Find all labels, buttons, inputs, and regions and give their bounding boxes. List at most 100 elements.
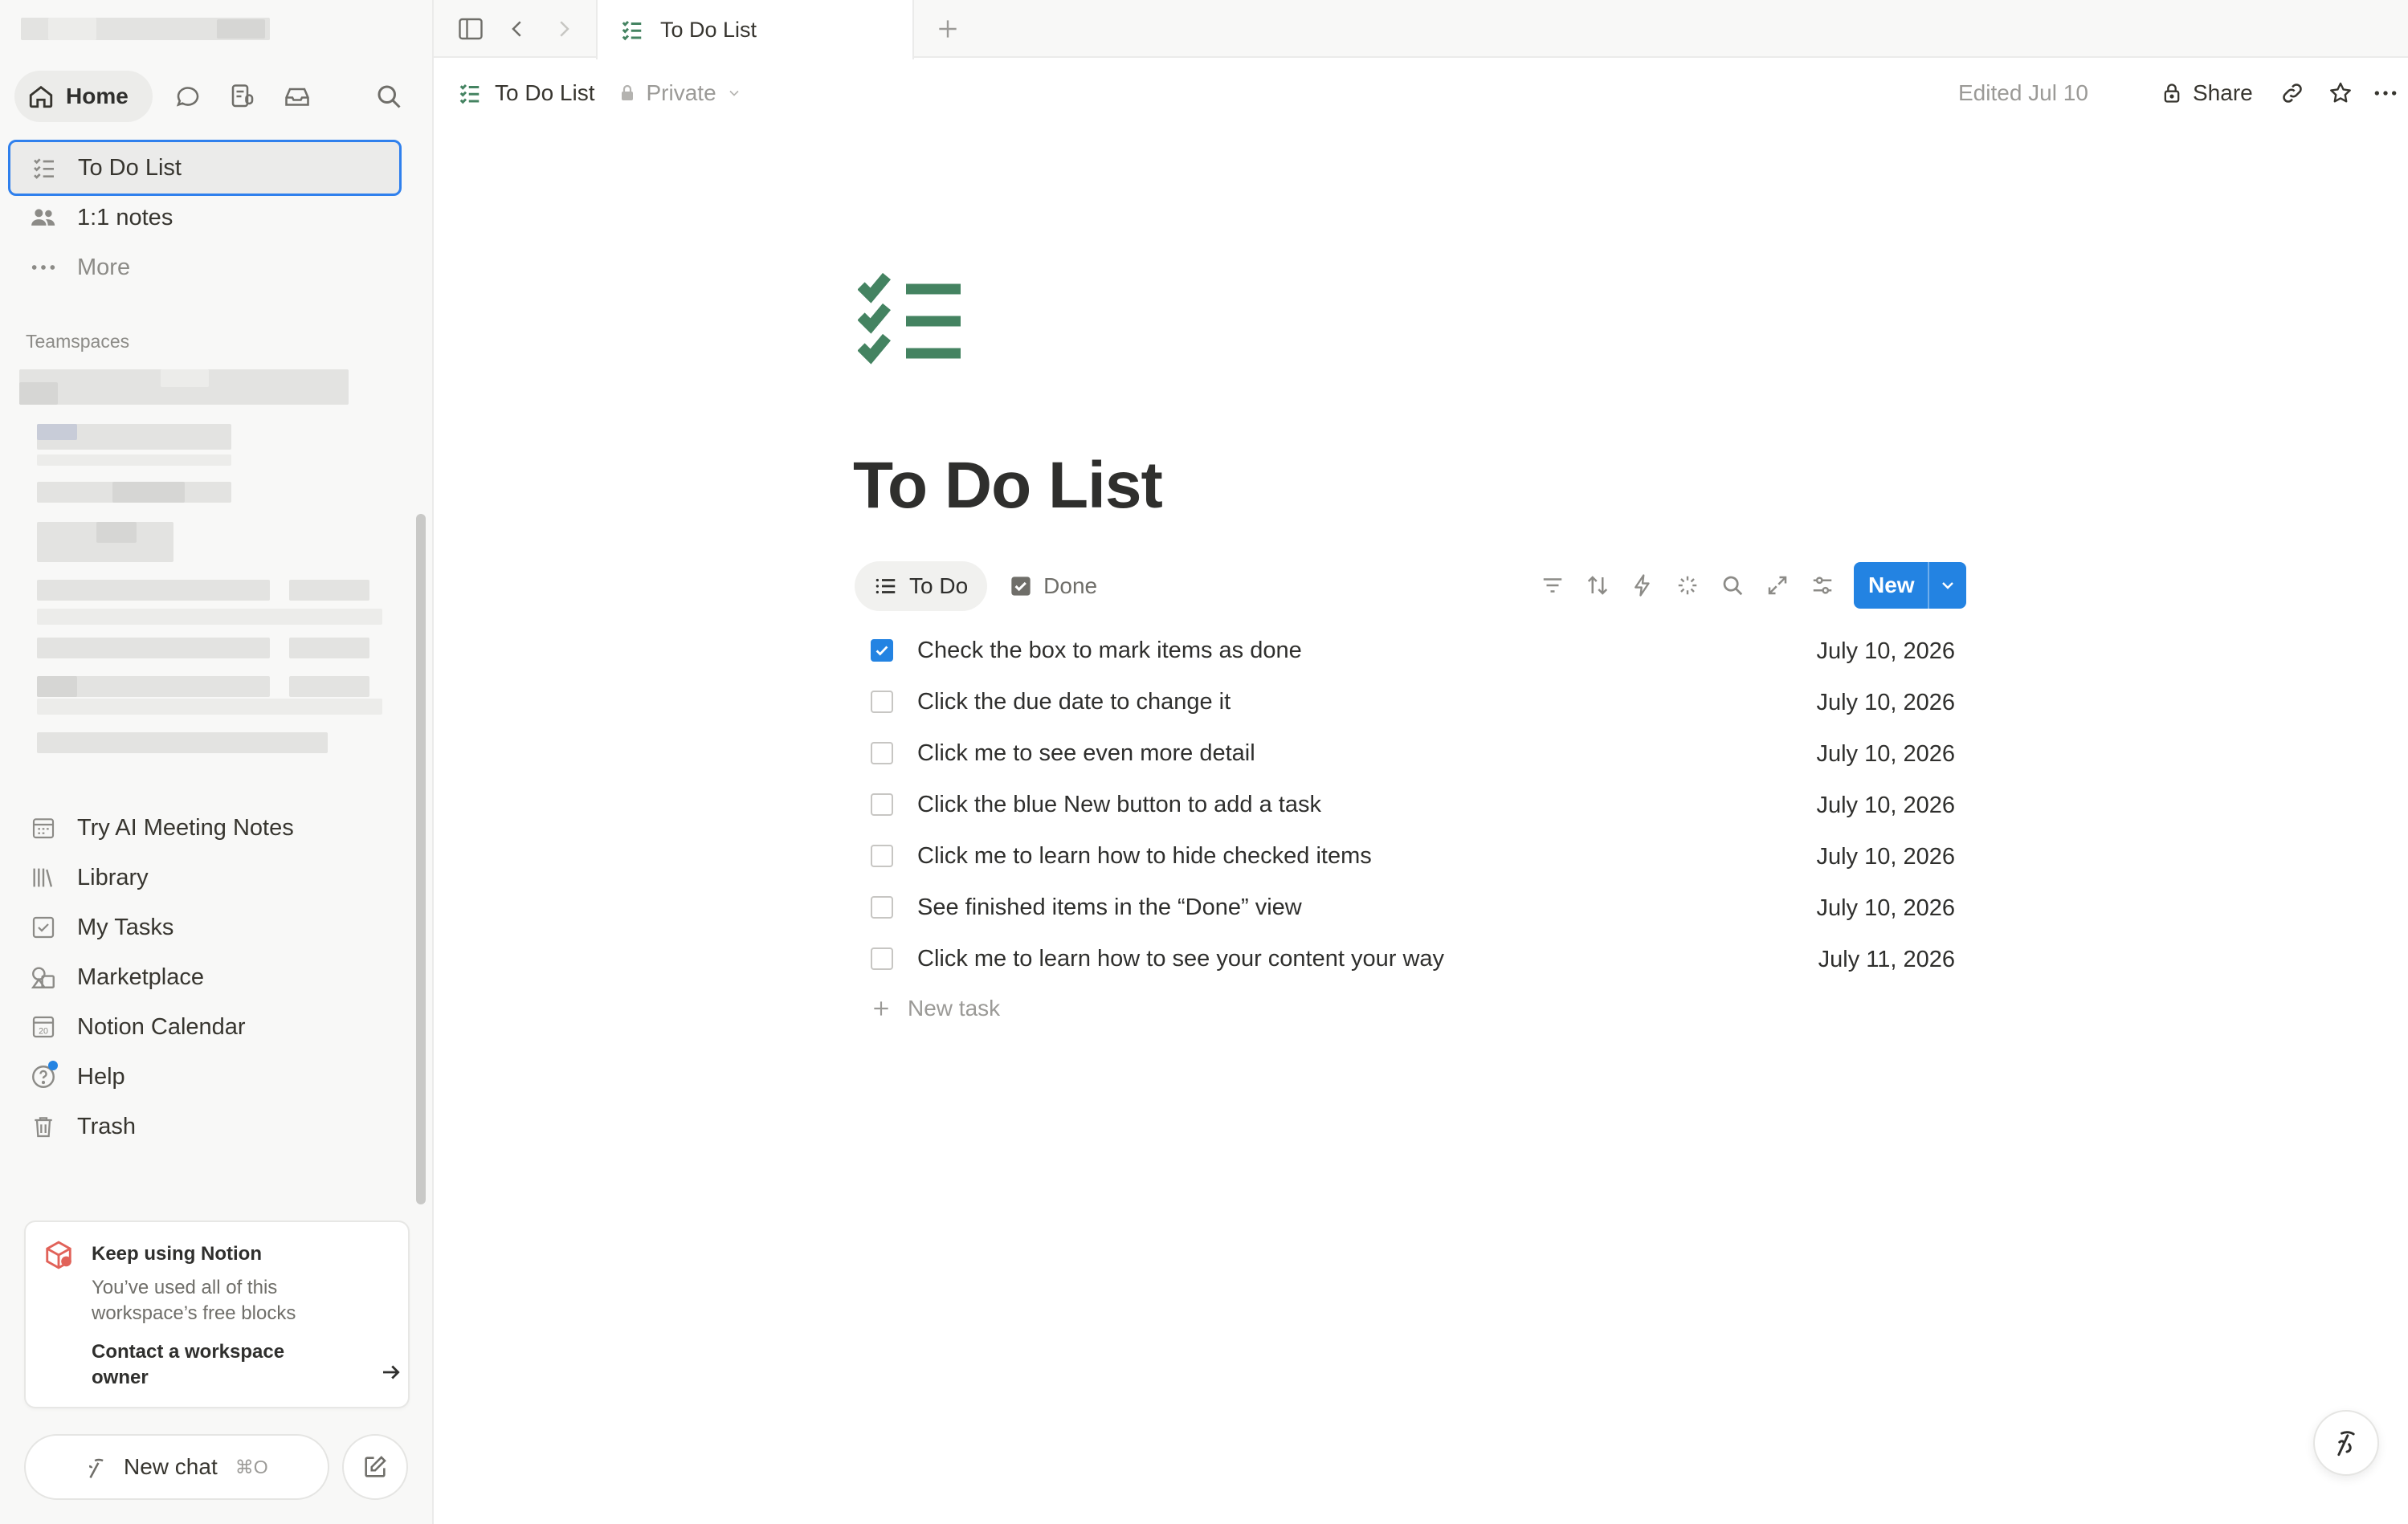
- task-row[interactable]: Click the due date to change it July 10,…: [867, 676, 1955, 727]
- sidebar-item-label: 1:1 notes: [77, 204, 173, 230]
- task-title: Click me to see even more detail: [917, 740, 1255, 766]
- automation-icon[interactable]: [1624, 567, 1661, 604]
- ai-face-icon: [84, 1455, 111, 1482]
- compose-icon: [361, 1453, 389, 1481]
- view-label: Done: [1043, 573, 1098, 598]
- task-checkbox[interactable]: [871, 845, 893, 867]
- task-title: Click me to learn how to see your conten…: [917, 945, 1445, 972]
- sidebar-item-label: To Do List: [78, 154, 182, 181]
- sidebar-item-notion-calendar[interactable]: 20 Notion Calendar: [18, 1004, 403, 1050]
- sidebar-item-label: My Tasks: [77, 914, 174, 940]
- sidebar-item-label: Trash: [77, 1113, 137, 1139]
- expand-icon[interactable]: [1759, 567, 1796, 604]
- list-icon: [874, 574, 898, 598]
- people-icon: [27, 202, 59, 234]
- checklist-icon: [458, 81, 482, 105]
- checklist-icon: [620, 18, 644, 42]
- sidebar-item-label: Library: [77, 864, 149, 890]
- task-due-date[interactable]: July 10, 2026: [1816, 638, 1955, 665]
- inbox-icon[interactable]: [280, 79, 315, 114]
- task-due-date[interactable]: July 10, 2026: [1816, 793, 1955, 819]
- task-checkbox[interactable]: [871, 896, 893, 919]
- sidebar-scrollbar[interactable]: [416, 514, 426, 1204]
- sidebar-item-label: Try AI Meeting Notes: [77, 814, 294, 841]
- sidebar-item-label: More: [77, 254, 131, 280]
- settings-icon[interactable]: [1804, 567, 1841, 604]
- sidebar-item-trash[interactable]: Trash: [18, 1103, 403, 1150]
- sidebar-item-try-ai-meeting-notes[interactable]: Try AI Meeting Notes: [18, 805, 403, 851]
- forward-icon[interactable]: [546, 11, 582, 47]
- task-due-date[interactable]: July 10, 2026: [1816, 741, 1955, 768]
- privacy-dropdown[interactable]: Private: [618, 80, 742, 106]
- task-row[interactable]: Click the blue New button to add a task …: [867, 779, 1955, 830]
- task-checkbox[interactable]: [871, 639, 893, 662]
- task-due-date[interactable]: July 10, 2026: [1816, 895, 1955, 922]
- sidebar-item-my-tasks[interactable]: My Tasks: [18, 904, 403, 951]
- new-button[interactable]: New: [1854, 562, 1966, 609]
- home-button[interactable]: Home: [14, 71, 153, 122]
- task-row[interactable]: Click me to learn how to hide checked it…: [867, 830, 1955, 882]
- share-button[interactable]: Share: [2161, 74, 2253, 112]
- task-title: Click the blue New button to add a task: [917, 791, 1321, 817]
- page-title[interactable]: To Do List: [853, 448, 1163, 524]
- task-row[interactable]: Click me to learn how to see your conten…: [867, 933, 1955, 984]
- page-actions: Edited Jul 10 Share: [1958, 74, 2408, 112]
- sidebar-toggle-icon[interactable]: [453, 11, 488, 47]
- sidebar-item-label: Help: [77, 1063, 125, 1090]
- task-list: Check the box to mark items as done July…: [867, 625, 1955, 1033]
- filter-icon[interactable]: [1534, 567, 1571, 604]
- meeting-notes-icon[interactable]: [225, 79, 260, 114]
- more-options-icon[interactable]: [2368, 75, 2403, 111]
- home-icon: [27, 83, 55, 110]
- task-due-date[interactable]: July 10, 2026: [1816, 690, 1955, 716]
- search-icon[interactable]: [1714, 567, 1751, 604]
- chevron-down-icon[interactable]: [1929, 576, 1966, 595]
- new-tab-icon[interactable]: [930, 11, 965, 47]
- search-icon[interactable]: [371, 79, 406, 114]
- checklist-icon: [28, 152, 60, 184]
- tab-to-do-list[interactable]: To Do List: [596, 0, 914, 59]
- sidebar-item-marketplace[interactable]: Marketplace: [18, 954, 403, 1000]
- tab-done[interactable]: Done: [990, 561, 1116, 611]
- privacy-label: Private: [646, 80, 716, 105]
- new-chat-button[interactable]: New chat ⌘O: [24, 1434, 329, 1500]
- task-row[interactable]: See finished items in the “Done” view Ju…: [867, 882, 1955, 933]
- sidebar-item-more[interactable]: More: [18, 244, 403, 291]
- keep-using-notion-card: Keep using Notion You’ve used all of thi…: [24, 1220, 410, 1408]
- task-due-date[interactable]: July 10, 2026: [1816, 844, 1955, 870]
- sidebar-item-to-do-list[interactable]: To Do List: [8, 140, 402, 196]
- task-row[interactable]: Click me to see even more detail July 10…: [867, 727, 1955, 779]
- compose-button[interactable]: [342, 1434, 408, 1500]
- task-due-date[interactable]: July 11, 2026: [1818, 947, 1955, 973]
- sort-icon[interactable]: [1579, 567, 1616, 604]
- new-button-label: New: [1868, 573, 1915, 597]
- sidebar-item-library[interactable]: Library: [18, 854, 403, 901]
- new-task-button[interactable]: New task: [867, 984, 1955, 1033]
- task-row[interactable]: Check the box to mark items as done July…: [867, 625, 1955, 676]
- task-checkbox[interactable]: [871, 947, 893, 970]
- arrow-right-icon[interactable]: [379, 1360, 403, 1384]
- link-icon[interactable]: [2275, 75, 2310, 111]
- chat-icon[interactable]: [170, 79, 206, 114]
- notion-ai-button[interactable]: [2313, 1410, 2379, 1476]
- sidebar: Home To Do List 1:1 notes More Teamspace…: [0, 0, 434, 1524]
- view-tabs: To Do Done: [855, 560, 1116, 612]
- ai-face-icon: [2328, 1425, 2364, 1461]
- sidebar-item-1-1-notes[interactable]: 1:1 notes: [18, 194, 403, 241]
- new-chat-shortcut: ⌘O: [235, 1456, 268, 1477]
- breadcrumb-page[interactable]: To Do List: [458, 80, 595, 106]
- contact-owner-link[interactable]: Contact a workspace owner: [92, 1339, 333, 1391]
- tab-to-do[interactable]: To Do: [855, 561, 988, 611]
- lock-icon: [2161, 82, 2183, 104]
- task-checkbox[interactable]: [871, 691, 893, 713]
- notification-dot: [48, 1061, 58, 1070]
- sidebar-item-help[interactable]: Help: [18, 1053, 403, 1100]
- more-dots-icon: [27, 251, 59, 283]
- ai-sparkle-icon[interactable]: [1669, 567, 1706, 604]
- task-checkbox[interactable]: [871, 793, 893, 816]
- task-checkbox[interactable]: [871, 742, 893, 764]
- library-icon: [27, 862, 59, 894]
- star-icon[interactable]: [2323, 75, 2358, 111]
- page-icon-checklist[interactable]: [858, 271, 967, 373]
- back-icon[interactable]: [500, 11, 535, 47]
